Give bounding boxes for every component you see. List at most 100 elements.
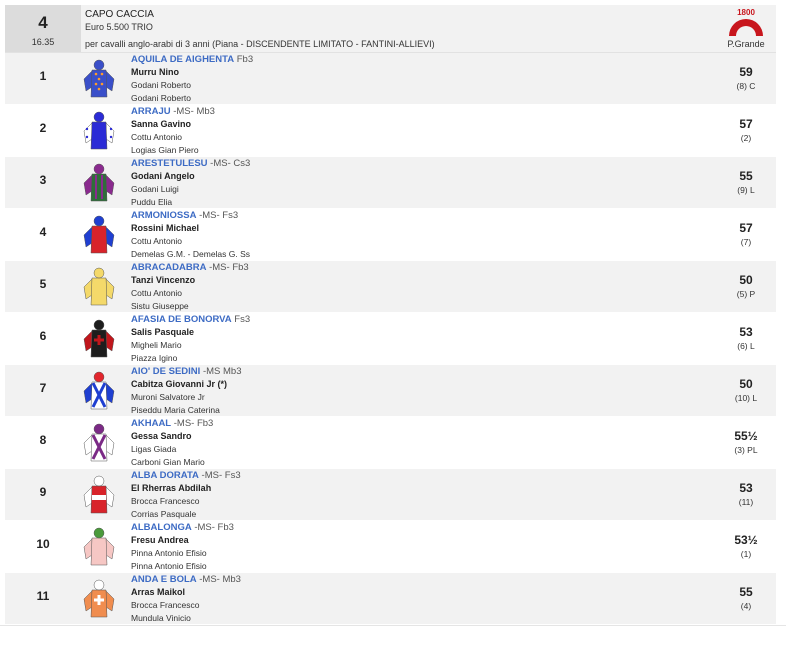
horse-name-link[interactable]: ALBA DORATA — [131, 470, 199, 481]
runner-number: 4 — [39, 225, 47, 239]
jockey-name: Tanzi Vincenzo — [131, 275, 196, 285]
horse-suffix: -MS- Fs3 — [198, 470, 241, 481]
runner-number: 11 — [36, 589, 50, 603]
track-logo-icon: 1800 — [729, 8, 763, 36]
horse-entry: ARMONIOSSA -MS- Fs3 — [131, 210, 238, 221]
horse-suffix: -MS- Mb3 — [170, 106, 215, 117]
runner-row: 4 ARMONIOSSA -MS- Fs3 Rossini Michael Cottu… — [5, 209, 776, 261]
race-card: 4 16.35 CAPO CACCIA Euro 5.500 TRIO per … — [5, 5, 776, 625]
runner-row: 9 ALBA DORATA -MS- Fs3 El Rherras Abdilah B… — [5, 469, 776, 521]
horse-entry: AFASIA DE BONORVA Fs3 — [131, 314, 250, 325]
horse-name-link[interactable]: ABRACADABRA — [131, 262, 206, 273]
race-conditions: per cavalli anglo-arabi di 3 anni (Piana… — [85, 39, 435, 49]
horse-entry: ALBA DORATA -MS- Fs3 — [131, 470, 241, 481]
runner-row: 7 AIO' DE SEDINI -MS Mb3 Cabitza Giovanni … — [5, 365, 776, 417]
jockey-name: Sanna Gavino — [131, 119, 192, 129]
runner-row: 8 AKHAAL -MS- Fb3 Gessa Sandro Ligas Giada C… — [5, 417, 776, 469]
horse-name-link[interactable]: ALBALONGA — [131, 522, 192, 533]
owner-name: Logias Gian Piero — [131, 145, 199, 155]
race-name: CAPO CACCIA — [85, 9, 154, 20]
runner-number: 10 — [36, 537, 50, 551]
post-position: (3) PL — [734, 445, 758, 455]
horse-name-link[interactable]: AFASIA DE BONORVA — [131, 314, 232, 325]
runner-number: 2 — [39, 121, 47, 135]
weight-value: 55 — [739, 585, 753, 599]
track-logo-text: 1800 — [737, 8, 755, 17]
weight-value: 55½ — [734, 429, 758, 443]
post-position: (7) — [740, 237, 752, 247]
runner-number: 3 — [39, 173, 47, 187]
horse-name-link[interactable]: ARRAJU — [131, 106, 171, 117]
jockey-silk-icon — [82, 473, 116, 517]
horse-entry: AQUILA DE AIGHENTA Fb3 — [131, 54, 253, 65]
horse-suffix: -MS Mb3 — [200, 366, 242, 377]
horse-name-link[interactable]: ARESTETULESU — [131, 158, 208, 169]
jockey-name: Salis Pasquale — [131, 327, 195, 337]
owner-name: Piseddu Maria Caterina — [131, 405, 220, 415]
jockey-silk-icon — [82, 109, 116, 153]
post-position: (9) L — [737, 185, 755, 195]
race-time: 16.35 — [31, 37, 55, 47]
runner-row: 2 ARRAJU -MS- Mb3 Sanna Gavino Cottu Antoni… — [5, 105, 776, 157]
trainer-name: Cottu Antonio — [131, 132, 183, 142]
jockey-silk-icon — [82, 421, 116, 465]
runners-list: 1 AQUILA DE AIGHENTA Fb3 Murru Nino Godani … — [5, 53, 776, 625]
track-name: P.Grande — [727, 39, 765, 49]
horse-entry: ARRAJU -MS- Mb3 — [131, 106, 215, 117]
post-position: (8) C — [736, 81, 756, 91]
jockey-name: Rossini Michael — [131, 223, 200, 233]
post-position: (6) L — [737, 341, 755, 351]
horse-suffix: -MS- Fb3 — [206, 262, 249, 273]
horse-entry: ANDA E BOLA -MS- Mb3 — [131, 574, 241, 585]
owner-name: Sistu Giuseppe — [131, 301, 189, 311]
horse-name-link[interactable]: ARMONIOSSA — [131, 210, 196, 221]
horse-entry: ALBALONGA -MS- Fb3 — [131, 522, 234, 533]
race-number: 4 — [38, 13, 48, 32]
horse-entry: AKHAAL -MS- Fb3 — [131, 418, 213, 429]
jockey-silk-icon — [82, 161, 116, 205]
jockey-name: Gessa Sandro — [131, 431, 192, 441]
weight-value: 50 — [739, 377, 753, 391]
horse-suffix: -MS- Fb3 — [191, 522, 234, 533]
owner-name: Godani Roberto — [131, 93, 192, 103]
horse-suffix: Fb3 — [234, 54, 254, 65]
owner-name: Demelas G.M. - Demelas G. Ss — [131, 249, 251, 259]
owner-name: Piazza Igino — [131, 353, 178, 363]
jockey-silk-icon — [82, 57, 116, 101]
runner-number: 5 — [39, 277, 47, 291]
race-header: 4 16.35 CAPO CACCIA Euro 5.500 TRIO per … — [5, 5, 776, 53]
divider — [0, 625, 786, 626]
owner-name: Corrias Pasquale — [131, 509, 197, 519]
horse-name-link[interactable]: AIO' DE SEDINI — [131, 366, 200, 377]
post-position: (5) P — [736, 289, 756, 299]
runner-row: 11 ANDA E BOLA -MS- Mb3 Arras Maikol Brocca… — [5, 573, 776, 625]
weight-value: 53 — [739, 481, 753, 495]
trainer-name: Cottu Antonio — [131, 236, 183, 246]
horse-suffix: -MS- Mb3 — [196, 574, 241, 585]
runner-row: 10 ALBALONGA -MS- Fb3 Fresu Andrea Pinna An… — [5, 521, 776, 573]
runner-number: 7 — [39, 381, 47, 395]
trainer-name: Muroni Salvatore Jr — [131, 392, 205, 402]
horse-name-link[interactable]: ANDA E BOLA — [131, 574, 197, 585]
jockey-name: Cabitza Giovanni Jr (*) — [131, 379, 228, 389]
jockey-silk-icon — [82, 577, 116, 621]
jockey-silk-icon — [82, 369, 116, 413]
horse-suffix: Fs3 — [231, 314, 251, 325]
weight-value: 50 — [739, 273, 753, 287]
horse-name-link[interactable]: AQUILA DE AIGHENTA — [131, 54, 234, 65]
jockey-name: Godani Angelo — [131, 171, 195, 181]
race-prize: Euro 5.500 TRIO — [85, 22, 153, 32]
runner-row: 3 ARESTETULESU -MS- Cs3 Godani Angelo Godan… — [5, 157, 776, 209]
runner-number: 8 — [39, 433, 47, 447]
jockey-silk-icon — [82, 213, 116, 257]
horse-name-link[interactable]: AKHAAL — [131, 418, 171, 429]
horse-entry: ABRACADABRA -MS- Fb3 — [131, 262, 249, 273]
post-position: (1) — [740, 549, 752, 559]
post-position: (11) — [738, 497, 754, 507]
trainer-name: Brocca Francesco — [131, 496, 200, 506]
runner-row: 1 AQUILA DE AIGHENTA Fb3 Murru Nino Godani … — [5, 53, 776, 105]
trainer-name: Godani Luigi — [131, 184, 179, 194]
weight-value: 53½ — [734, 533, 758, 547]
horse-entry: AIO' DE SEDINI -MS Mb3 — [131, 366, 242, 377]
jockey-name: Fresu Andrea — [131, 535, 189, 545]
